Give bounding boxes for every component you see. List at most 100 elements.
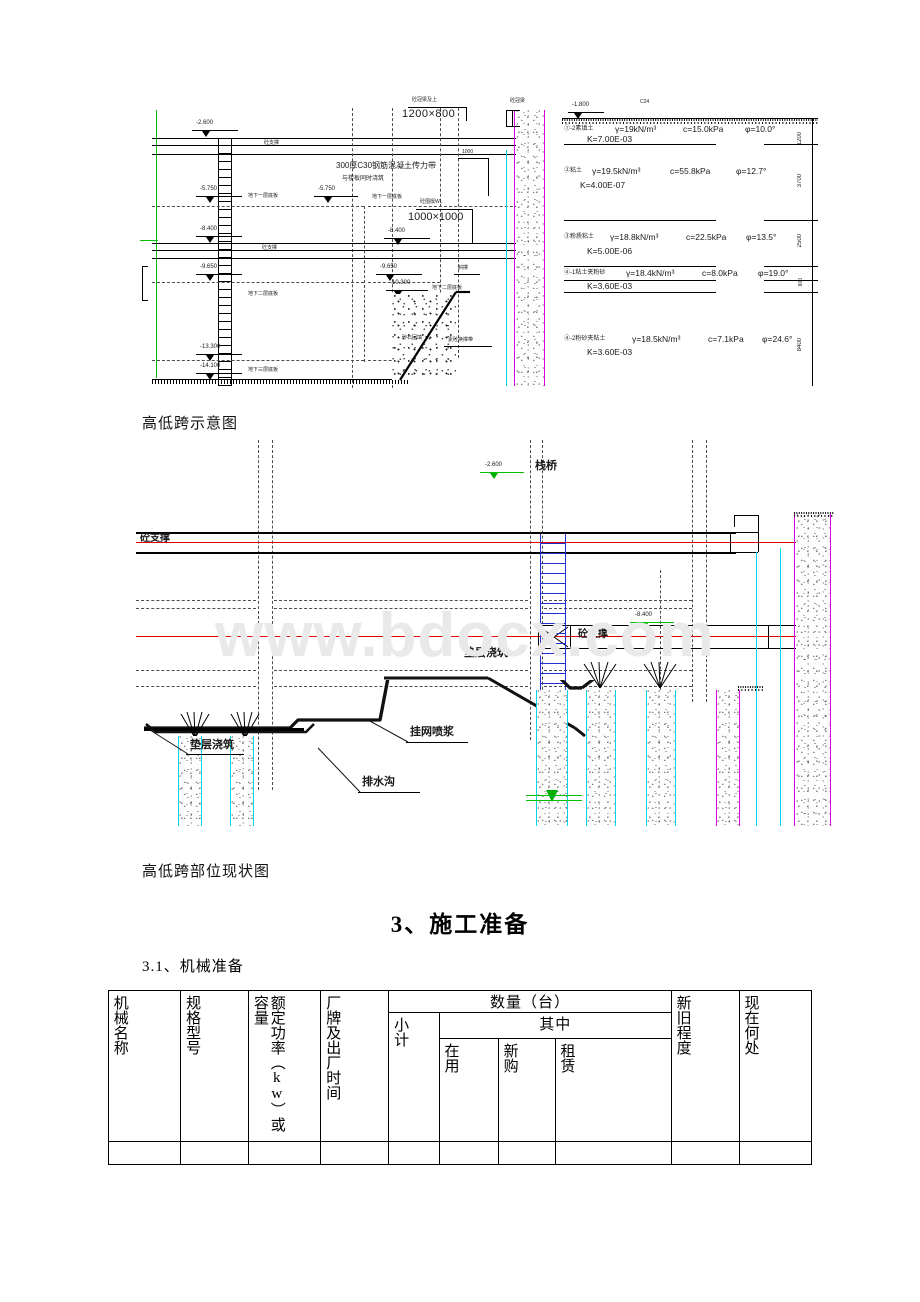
fig2-pile-5-right [675, 690, 676, 826]
table-header-condition-text: 新旧程度 [674, 995, 691, 1055]
wall-inner-cyan-line [506, 150, 507, 386]
leader-top-note-vert [466, 107, 467, 121]
label-b3-slab: 地下三层底板 [248, 367, 279, 373]
elevation-leader-14100 [196, 373, 242, 374]
elevation-leader-9650-right [376, 274, 422, 275]
table-header-power-text: 额定功率（kw）或容量 [251, 995, 285, 1132]
table-cell-model[interactable] [180, 1141, 250, 1165]
fig2-pile-5-fill [647, 690, 675, 826]
soil-layer-3-c: c=22.5kPa [686, 232, 727, 242]
table-header-condition: 新旧程度 [670, 990, 740, 1142]
elevation-label-13300: -13.300 [200, 344, 221, 350]
leader-corner-note [416, 209, 472, 210]
table-cell-power[interactable] [248, 1141, 322, 1165]
label-corner-size: 1000×1000 [408, 211, 464, 223]
b1-slab-bottom-dash [152, 206, 364, 207]
fig2-green-elev-marker [546, 790, 558, 802]
crown-beam-top [506, 110, 520, 111]
label-top-note: 砼冠梁及上 [412, 97, 438, 103]
label-corner-note: 砼围檩WL [420, 199, 443, 205]
side-bracket-bottom [142, 300, 148, 301]
dimension-tick-0 [806, 118, 818, 119]
table-header-model: 规格型号 [180, 990, 250, 1142]
leader-corner-note-vert [472, 209, 473, 243]
dimension-chain-axis [812, 118, 813, 386]
strut-top-line-b [152, 145, 524, 146]
soil-layer-5-phi: φ=24.6° [762, 334, 793, 344]
table-cell-location[interactable] [738, 1141, 813, 1165]
fig2-leader-mesh [406, 742, 468, 743]
gravel-slope-hatch [399, 290, 470, 381]
fig2-leader-cushion-left-diag [149, 729, 189, 755]
table-header-lease-text: 租赁 [558, 1043, 575, 1073]
table-header-quantity: 数量（台） [388, 990, 672, 1013]
soil-layer-2-boundary [564, 220, 716, 221]
fig2-pile-3-right [567, 690, 568, 826]
table-header-machine-name-text: 机械名称 [111, 995, 128, 1055]
dimension-tick-4 [806, 280, 818, 281]
table-header-machine-name: 机械名称 [107, 990, 182, 1142]
soil-layer-2-c: c=55.8kPa [670, 166, 711, 176]
gridline-dashed-1 [352, 108, 353, 388]
site-watermark: www.bdocx.com [215, 601, 715, 670]
dimension-tick-1 [806, 144, 818, 145]
soil-layer-4-gamma: γ=18.4kN/m³ [626, 268, 675, 278]
soil-layer-2-gamma: γ=19.5kN/m³ [592, 166, 641, 176]
soil-layer-3-k: K=5.00E-06 [587, 246, 633, 256]
green-tick-left [140, 240, 158, 241]
fig2-strut-red-line [136, 542, 816, 543]
soil-layer-1-boundary-right [764, 144, 812, 145]
table-cell-condition[interactable] [670, 1141, 740, 1165]
strut-mid-line-a [152, 243, 524, 244]
table-cell-new-purchase[interactable] [497, 1141, 556, 1165]
dimension-value-2500: 2500 [797, 234, 803, 248]
label-top-size: 1200×800 [402, 108, 456, 120]
elevation-marker-9650-left [206, 275, 214, 281]
fig2-elevation-marker-2600 [490, 473, 498, 479]
figure-high-low-span-diagram: -2.600 砼支撑 -5.750 -5.750 地下一层底板 地下一层底板 -… [140, 88, 920, 398]
table-header-brand-date: 厂牌及出厂时间 [320, 990, 390, 1142]
fig2-strut-right-bot [730, 552, 758, 553]
label-crown-beam: 砼冠梁 [510, 98, 526, 104]
table-cell-subtotal[interactable] [388, 1141, 440, 1165]
leader-pile-note [454, 274, 480, 275]
soil-layer-1-c: c=15.0kPa [683, 124, 724, 134]
table-row [107, 1141, 813, 1165]
table-cell-in-use[interactable] [438, 1141, 499, 1165]
fig2-label-cushion-left: 垫层浇筑 [190, 739, 234, 751]
soil-layer-5-c: c=7.1kPa [708, 334, 744, 344]
table-cell-name[interactable] [107, 1141, 182, 1165]
dimension-value-8400: 8400 [797, 338, 803, 352]
label-transfer-band: 300厚C30钢筋混凝土传力带 [336, 161, 437, 170]
dimension-tick-3 [806, 266, 818, 267]
wall-magenta-line-left [514, 110, 515, 386]
label-grade-mark: C24 [640, 99, 650, 105]
table-cell-brand-date[interactable] [320, 1141, 390, 1165]
fig2-elevation-leader-2600 [480, 472, 524, 473]
soil-layer-4-boundary-bot [564, 292, 716, 293]
table-cell-lease[interactable] [554, 1141, 672, 1165]
soil-layer-4-phi: φ=19.0° [758, 268, 789, 278]
soil-layer-4-c: c=8.0kPa [702, 268, 738, 278]
soil-layer-4-k: K=3.60E-03 [587, 281, 633, 291]
base-soil-hatch [152, 380, 410, 384]
soil-layer-4-boundary-top-right [764, 280, 812, 281]
dimension-value-1200: 1200 [797, 132, 803, 146]
table-header-new-purchase: 新购 [497, 1038, 556, 1142]
strut-top-line-a [152, 138, 524, 139]
label-anchor-note: 素砼换撑带 [448, 337, 474, 343]
fig2-pile-3-fill [537, 690, 567, 826]
document-page: -2.600 砼支撑 -5.750 -5.750 地下一层底板 地下一层底板 -… [0, 0, 920, 1302]
b1-slab-bottom-dash-right [368, 206, 528, 207]
fig2-label-strut-left: 砼支撑 [140, 533, 170, 544]
elevation-label-9650-left: -9.650 [200, 264, 218, 270]
fig2-wall-hatch [796, 514, 830, 826]
crown-beam-left [506, 110, 507, 126]
elevation-leader-5750-right [314, 196, 358, 197]
b2-slab-top-dash [152, 282, 364, 283]
fig2-strut-right-top [730, 532, 758, 533]
fig2-wall-mag-left [794, 514, 795, 826]
dimension-label-1000: 1000 [462, 149, 474, 155]
table-header-new-purchase-text: 新购 [501, 1043, 518, 1073]
elevation-label-9650-right: -9.650 [380, 264, 398, 270]
